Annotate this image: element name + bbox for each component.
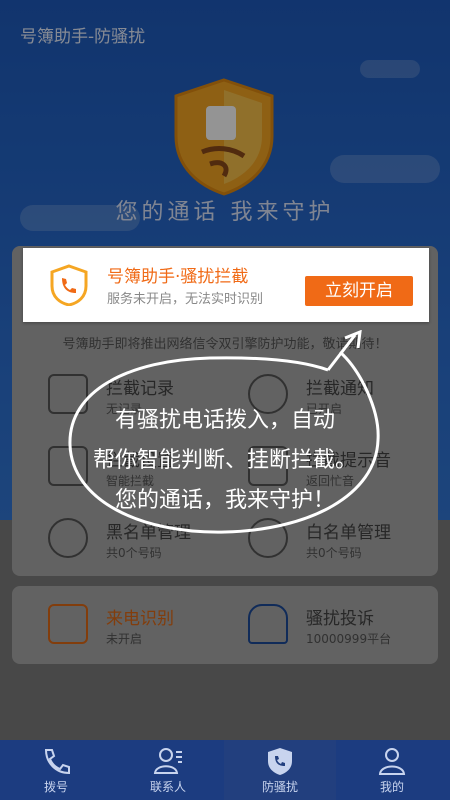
banner-subtitle: 服务未开启，无法实时识别 [107, 292, 264, 307]
intercept-banner: 号簿助手·骚扰拦截 服务未开启，无法实时识别 立刻开启 [23, 248, 429, 322]
bubble-line-3: 您的通话，我来守护！ [114, 488, 335, 513]
contacts-icon [153, 748, 182, 774]
tab-label: 我的 [379, 780, 404, 794]
tab-me[interactable]: 我的 [336, 740, 448, 800]
tab-label: 拨号 [43, 780, 68, 794]
banner-title: 号簿助手·骚扰拦截 [107, 267, 249, 287]
phone-icon [44, 749, 70, 775]
bubble-line-1: 有骚扰电话拨入，自动 [114, 408, 335, 433]
tab-label: 联系人 [149, 780, 186, 794]
tab-label: 防骚扰 [261, 780, 298, 794]
enable-now-button[interactable]: 立刻开启 [305, 276, 413, 306]
person-icon [378, 748, 406, 775]
tab-anti-harassment[interactable]: 防骚扰 [224, 740, 336, 800]
tab-contacts[interactable]: 联系人 [112, 740, 224, 800]
bubble-line-2: 帮你智能判断、挂断拦截。 [92, 448, 357, 473]
shield-phone-icon [268, 748, 292, 775]
tab-dial[interactable]: 拨号 [0, 740, 112, 800]
bottom-tab-bar: 拨号 联系人 防骚扰 我的 [0, 740, 450, 800]
shield-phone-icon [50, 264, 88, 306]
